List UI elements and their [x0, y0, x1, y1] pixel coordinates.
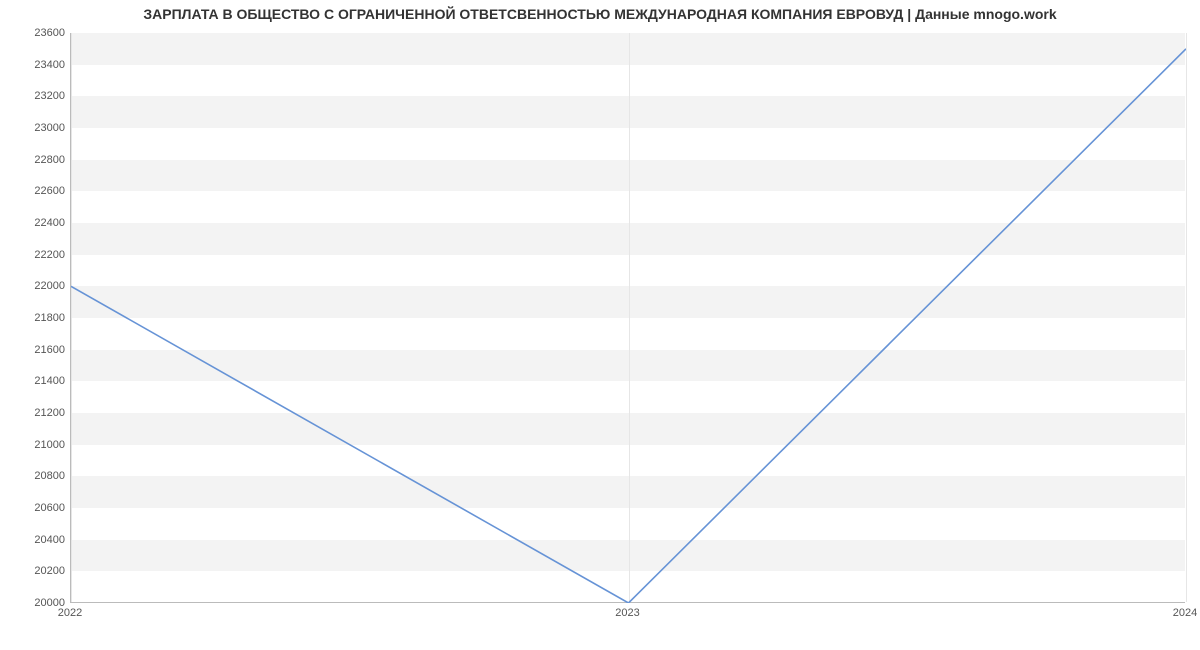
y-tick-label: 20600 — [5, 502, 65, 514]
y-tick-label: 21800 — [5, 312, 65, 324]
line-series — [71, 33, 1186, 603]
y-tick-label: 23600 — [5, 27, 65, 39]
data-line — [71, 49, 1186, 603]
y-tick-label: 21000 — [5, 439, 65, 451]
y-tick-label: 22600 — [5, 185, 65, 197]
x-gridline — [1186, 33, 1187, 602]
y-tick-label: 21600 — [5, 344, 65, 356]
x-tick-label: 2024 — [1173, 607, 1197, 619]
y-tick-label: 20800 — [5, 470, 65, 482]
y-tick-label: 22800 — [5, 154, 65, 166]
y-tick-label: 22400 — [5, 217, 65, 229]
x-tick-label: 2023 — [615, 607, 639, 619]
chart-title: ЗАРПЛАТА В ОБЩЕСТВО С ОГРАНИЧЕННОЙ ОТВЕТ… — [0, 6, 1200, 22]
y-tick-label: 22000 — [5, 280, 65, 292]
y-tick-label: 21200 — [5, 407, 65, 419]
y-tick-label: 23400 — [5, 59, 65, 71]
plot-area — [70, 33, 1185, 603]
y-tick-label: 23000 — [5, 122, 65, 134]
x-tick-label: 2022 — [58, 607, 82, 619]
y-tick-label: 20000 — [5, 597, 65, 609]
y-tick-label: 21400 — [5, 375, 65, 387]
y-tick-label: 22200 — [5, 249, 65, 261]
y-tick-label: 20200 — [5, 565, 65, 577]
y-tick-label: 20400 — [5, 534, 65, 546]
y-tick-label: 23200 — [5, 90, 65, 102]
chart-container: ЗАРПЛАТА В ОБЩЕСТВО С ОГРАНИЧЕННОЙ ОТВЕТ… — [0, 0, 1200, 650]
